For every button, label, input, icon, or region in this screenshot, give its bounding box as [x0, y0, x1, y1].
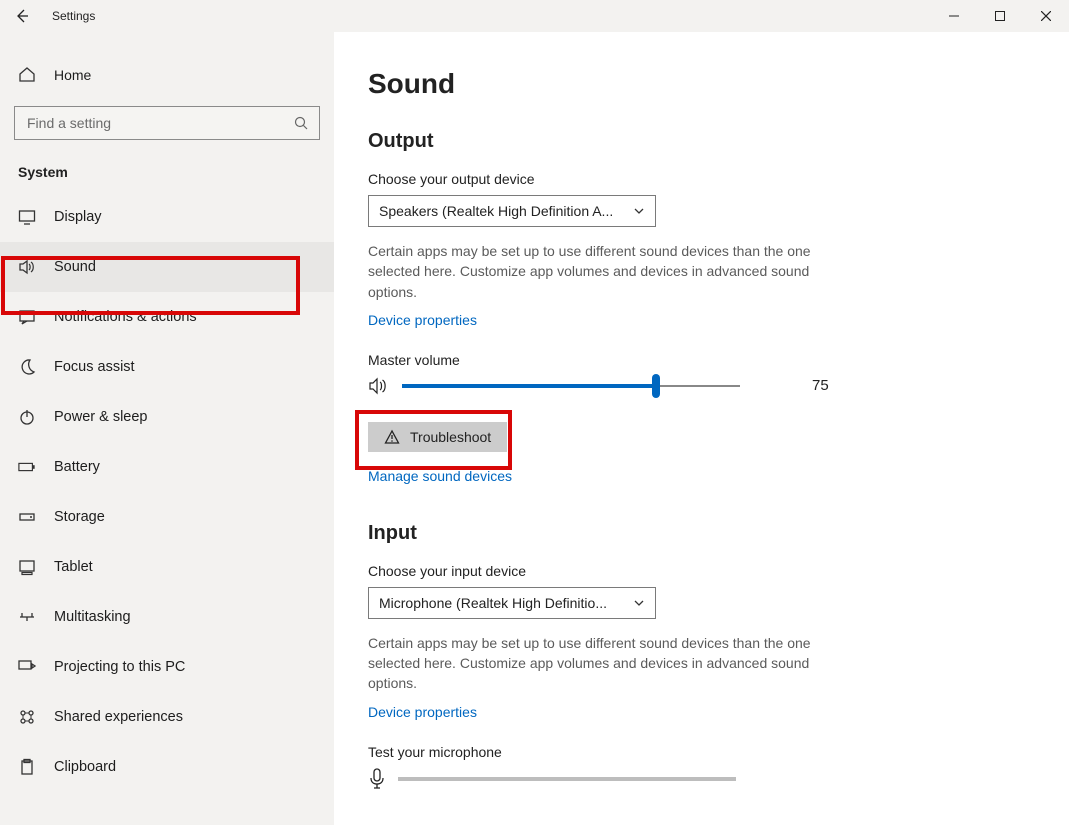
chevron-down-icon	[633, 205, 645, 217]
volume-slider[interactable]	[402, 376, 740, 396]
moon-icon	[18, 358, 36, 376]
sidebar-item-label: Projecting to this PC	[54, 659, 185, 675]
search-box[interactable]	[14, 106, 320, 140]
input-device-dropdown[interactable]: Microphone (Realtek High Definitio...	[368, 587, 656, 619]
sidebar-item-label: Storage	[54, 509, 105, 525]
volume-row: 75	[368, 376, 1029, 396]
window-buttons	[931, 0, 1069, 32]
minimize-icon	[949, 11, 959, 21]
input-device-properties-link[interactable]: Device properties	[368, 704, 477, 720]
sidebar-item-label: Shared experiences	[54, 709, 183, 725]
manage-sound-devices-link[interactable]: Manage sound devices	[368, 468, 512, 484]
title-text: Settings	[46, 9, 95, 23]
home-icon	[18, 66, 36, 84]
sidebar-item-clip[interactable]: Clipboard	[0, 742, 334, 792]
sidebar-item-label: Focus assist	[54, 359, 135, 375]
sidebar-item-label: Display	[54, 209, 102, 225]
sidebar-item-label: Power & sleep	[54, 409, 148, 425]
speaker-icon	[368, 376, 388, 396]
sound-icon	[18, 258, 36, 276]
storage-icon	[18, 508, 36, 526]
search-icon	[294, 116, 309, 131]
sidebar-item-label: Sound	[54, 259, 96, 275]
sidebar-item-label: Battery	[54, 459, 100, 475]
troubleshoot-button[interactable]: Troubleshoot	[368, 422, 507, 452]
search-input[interactable]	[25, 114, 294, 132]
power-icon	[18, 408, 36, 426]
sidebar-item-sound[interactable]: Sound	[0, 242, 334, 292]
sidebar-item-moon[interactable]: Focus assist	[0, 342, 334, 392]
microphone-icon	[368, 768, 386, 790]
sidebar-item-label: Tablet	[54, 559, 93, 575]
body: Home System Display Sound Notifications & …	[0, 32, 1069, 825]
sidebar-item-label: Notifications & actions	[54, 309, 197, 325]
page-title: Sound	[368, 68, 1029, 100]
tablet-icon	[18, 558, 36, 576]
notif-icon	[18, 308, 36, 326]
volume-value: 75	[812, 377, 829, 394]
sidebar-item-multi[interactable]: Multitasking	[0, 592, 334, 642]
sidebar-item-battery[interactable]: Battery	[0, 442, 334, 492]
titlebar: Settings	[0, 0, 1069, 32]
back-button[interactable]	[0, 0, 46, 32]
output-device-properties-link[interactable]: Device properties	[368, 312, 477, 328]
input-heading: Input	[368, 522, 1029, 545]
project-icon	[18, 658, 36, 676]
chevron-down-icon	[633, 597, 645, 609]
sidebar-item-label: Multitasking	[54, 609, 131, 625]
multi-icon	[18, 608, 36, 626]
output-help-text: Certain apps may be set up to use differ…	[368, 241, 843, 302]
output-device-dropdown[interactable]: Speakers (Realtek High Definition A...	[368, 195, 656, 227]
home-nav[interactable]: Home	[0, 60, 334, 92]
sidebar-item-power[interactable]: Power & sleep	[0, 392, 334, 442]
close-button[interactable]	[1023, 0, 1069, 32]
output-section: Output Choose your output device Speaker…	[368, 130, 1029, 486]
input-help-text: Certain apps may be set up to use differ…	[368, 633, 843, 694]
sidebar-item-tablet[interactable]: Tablet	[0, 542, 334, 592]
output-choose-label: Choose your output device	[368, 171, 1029, 187]
input-section: Input Choose your input device Microphon…	[368, 522, 1029, 790]
sidebar-item-shared[interactable]: Shared experiences	[0, 692, 334, 742]
warning-icon	[384, 429, 400, 445]
sidebar-item-label: Clipboard	[54, 759, 116, 775]
mic-level-bar	[398, 777, 736, 781]
sidebar-item-storage[interactable]: Storage	[0, 492, 334, 542]
battery-icon	[18, 458, 36, 476]
maximize-icon	[995, 11, 1005, 21]
input-device-selected: Microphone (Realtek High Definitio...	[379, 595, 607, 611]
minimize-button[interactable]	[931, 0, 977, 32]
input-choose-label: Choose your input device	[368, 563, 1029, 579]
mic-test-row	[368, 768, 1029, 790]
troubleshoot-label: Troubleshoot	[410, 429, 491, 445]
close-icon	[1041, 11, 1051, 21]
home-label: Home	[54, 67, 91, 83]
slider-thumb[interactable]	[652, 374, 660, 398]
settings-window: Settings Home	[0, 0, 1069, 825]
sidebar-item-display[interactable]: Display	[0, 192, 334, 242]
main-content: Sound Output Choose your output device S…	[334, 32, 1069, 825]
output-device-selected: Speakers (Realtek High Definition A...	[379, 203, 613, 219]
sidebar: Home System Display Sound Notifications & …	[0, 32, 334, 825]
clip-icon	[18, 758, 36, 776]
test-mic-label: Test your microphone	[368, 744, 1029, 760]
nav-items: Display Sound Notifications & actions Focus…	[0, 192, 334, 792]
maximize-button[interactable]	[977, 0, 1023, 32]
output-heading: Output	[368, 130, 1029, 153]
shared-icon	[18, 708, 36, 726]
sidebar-item-project[interactable]: Projecting to this PC	[0, 642, 334, 692]
master-volume-label: Master volume	[368, 352, 1029, 368]
section-title: System	[0, 164, 334, 192]
sidebar-item-notif[interactable]: Notifications & actions	[0, 292, 334, 342]
back-arrow-icon	[15, 8, 31, 24]
display-icon	[18, 208, 36, 226]
